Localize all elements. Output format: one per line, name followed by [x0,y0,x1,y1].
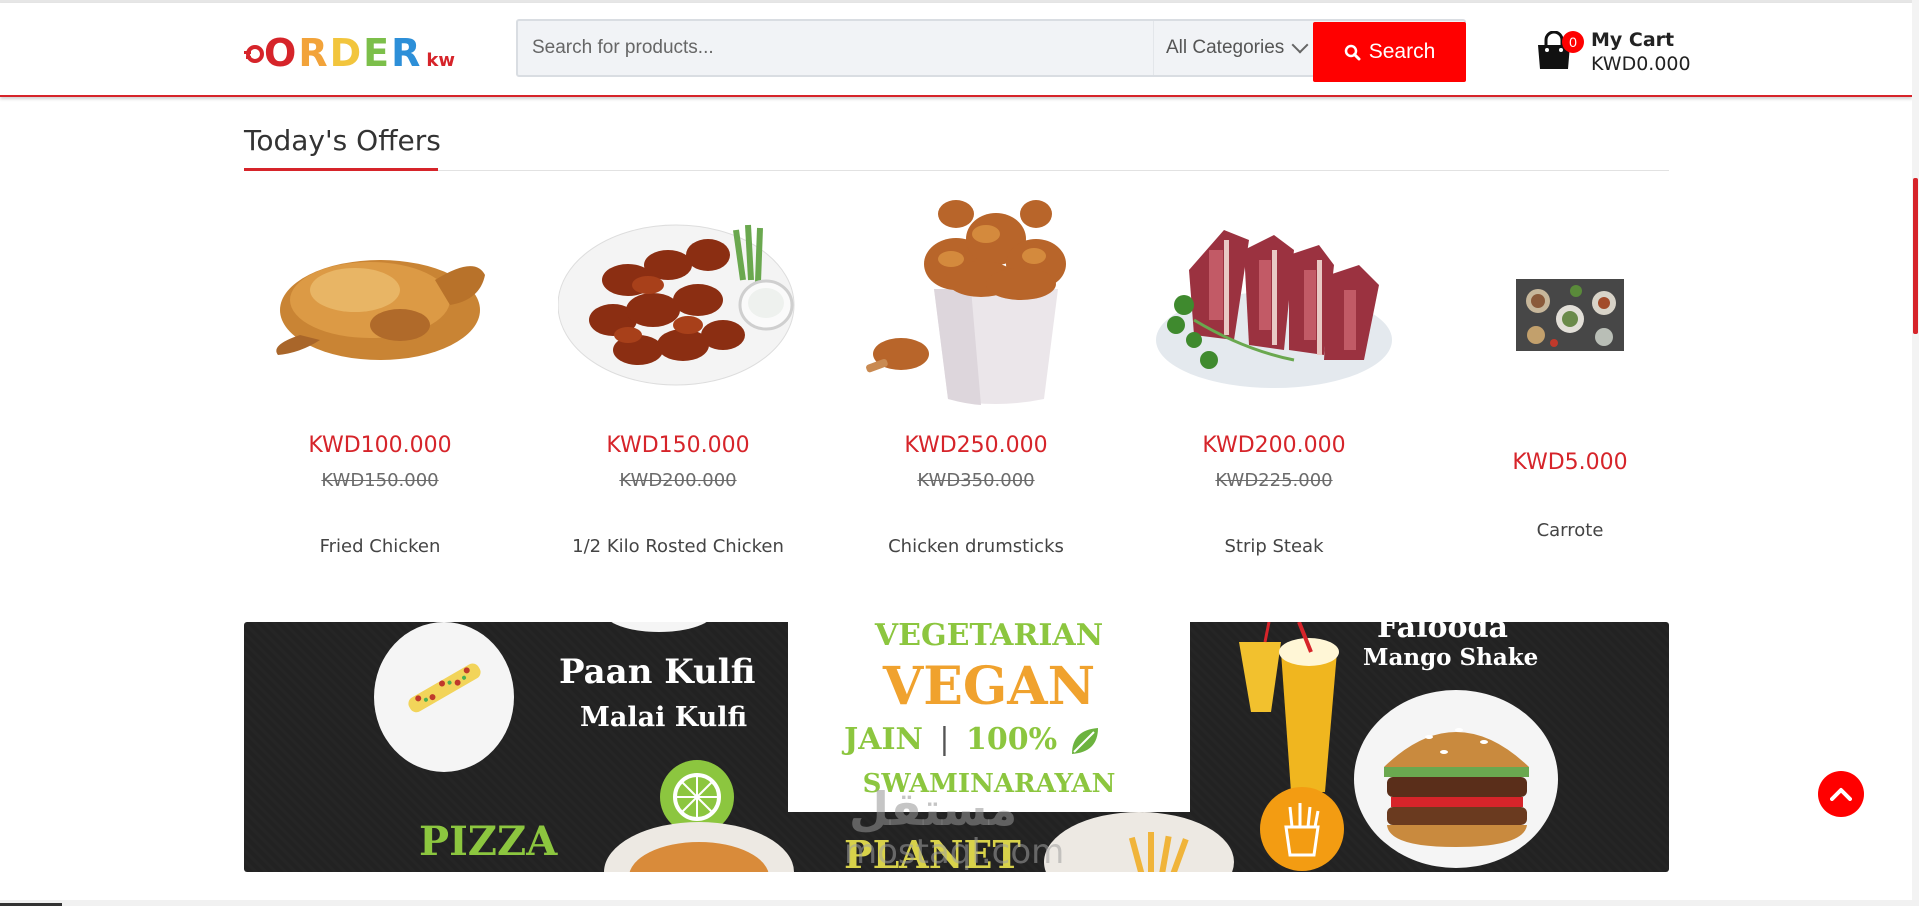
cart-total: KWD0.000 [1591,53,1691,75]
section-title: Today's Offers [244,124,441,157]
fries-icon [1260,787,1344,871]
logo-wordmark: ORDER [264,31,423,75]
product-name[interactable]: Fried Chicken [244,536,516,557]
banner-pizza-text: PIZZA [419,818,558,865]
category-dropdown[interactable]: All Categories [1153,21,1313,75]
leaf-icon [1071,728,1098,754]
chicken-wings-image [558,224,795,386]
hundred-percent-text: 100% [965,722,1058,757]
product-old-price: KWD150.000 [321,470,439,491]
product-image[interactable] [840,185,1112,415]
logo-suffix: kw [426,50,455,71]
cart-widget[interactable]: 0 My Cart KWD0.000 [1535,29,1735,79]
jain-text: JAIN [844,722,923,757]
product-card[interactable]: KWD250.000 KWD350.000 Chicken drumsticks [840,185,1112,565]
dishes-thumbnail-image [1516,279,1624,351]
product-price: KWD250.000 [904,433,1048,458]
product-card[interactable]: KWD150.000 KWD200.000 1/2 Kilo Rosted Ch… [542,185,814,565]
product-name[interactable]: 1/2 Kilo Rosted Chicken [542,536,814,557]
product-name[interactable]: Carrote [1434,520,1706,541]
page-bottom-edge [0,900,1919,906]
scrollbar-track[interactable] [1912,0,1919,906]
product-old-price: KWD350.000 [917,470,1035,491]
product-image[interactable] [1138,185,1410,415]
banner-right-subtitle: Mango Shake [1363,644,1539,671]
section-title-underline [244,168,438,171]
vegan-text: VEGAN [882,656,1096,717]
vegetarian-text: VEGETARIAN [874,622,1104,653]
search-button[interactable]: Search [1313,22,1466,82]
search-icon [1344,44,1361,60]
watermark-arabic: مستقل [849,782,1018,836]
product-price: KWD5.000 [1512,450,1628,475]
product-price: KWD200.000 [1202,433,1346,458]
product-price: KWD150.000 [606,433,750,458]
product-image[interactable] [244,185,516,415]
chevron-up-icon [1830,788,1852,801]
product-name[interactable]: Strip Steak [1138,536,1410,557]
chevron-down-icon [1291,36,1309,54]
search-input[interactable] [518,21,1148,75]
cart-count-badge: 0 [1562,31,1584,53]
banner-right-title: Falooda [1377,622,1508,645]
search-button-label: Search [1368,40,1436,63]
product-card[interactable]: KWD100.000 KWD150.000 Fried Chicken [244,185,516,565]
scrollbar-thumb[interactable] [1913,178,1918,334]
category-label: All Categories [1166,37,1285,58]
promo-banner[interactable]: Paan Kulfi Malai Kulfi PIZZA VEGETARIAN … [244,622,1669,872]
site-logo[interactable]: ORDER kw [244,33,455,73]
product-image[interactable] [542,185,814,415]
raw-steak-image [1156,230,1392,388]
product-card[interactable]: KWD5.000 Carrote [1434,185,1706,565]
mango-shake-image [1239,622,1339,792]
back-to-top-button[interactable] [1818,771,1864,817]
product-name[interactable]: Chicken drumsticks [840,536,1112,557]
watermark: mostaql.com [844,832,1065,872]
product-card[interactable]: KWD200.000 KWD225.000 Strip Steak [1138,185,1410,565]
cart-title: My Cart [1591,29,1675,51]
roast-chicken-image [276,260,485,360]
section-divider [244,170,1669,171]
jain-row: JAIN | 100% [844,722,1144,762]
banner-left-subtitle: Malai Kulfi [580,702,748,733]
product-old-price: KWD225.000 [1215,470,1333,491]
scooter-icon [244,45,264,63]
fries-image [1128,832,1189,872]
site-header: ORDER kw All Categories Search 0 My Cart… [0,3,1912,97]
kulfi-image [408,663,481,713]
chicken-bucket-image [866,200,1066,405]
product-old-price: KWD200.000 [619,470,737,491]
product-price: KWD100.000 [308,433,452,458]
burger-image [1384,728,1529,847]
banner-left-title: Paan Kulfi [559,652,756,692]
product-image[interactable] [1434,230,1706,400]
